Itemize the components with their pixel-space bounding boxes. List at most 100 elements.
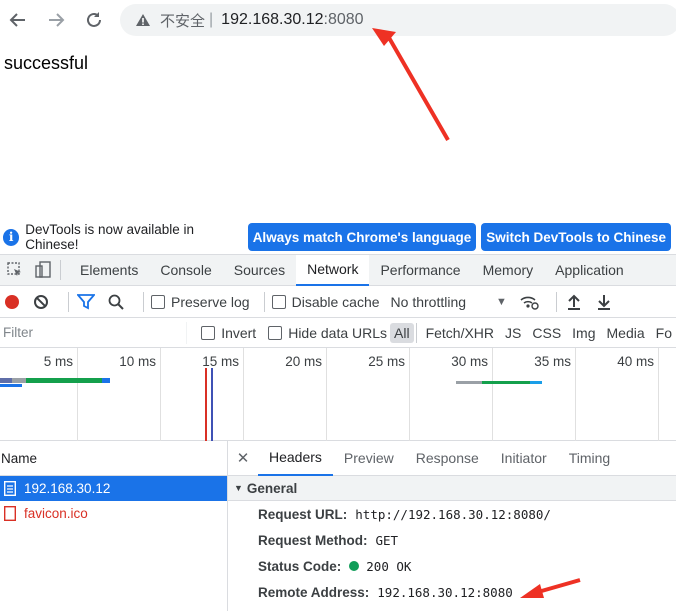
filter-type-media[interactable]: Media <box>603 323 649 343</box>
browser-toolbar: 不安全 | 192.168.30.12:8080 <box>0 0 676 40</box>
tab-memory[interactable]: Memory <box>472 255 545 286</box>
back-arrow-icon[interactable] <box>6 8 30 32</box>
throttling-select[interactable]: No throttling <box>391 294 466 310</box>
toolbar-divider <box>263 291 265 312</box>
network-toolbar: Preserve log Disable cache No throttling… <box>0 286 676 318</box>
infobar-message: DevTools is now available in Chinese! <box>25 222 195 252</box>
devtools-panel: i DevTools is now available in Chinese! … <box>0 222 676 611</box>
filter-type-fetch-xhr[interactable]: Fetch/XHR <box>422 323 498 343</box>
filter-input[interactable]: Filter <box>2 321 188 344</box>
tab-application[interactable]: Application <box>544 255 635 286</box>
reload-icon[interactable] <box>82 8 106 32</box>
toolbar-divider <box>555 291 557 312</box>
request-bar-tail <box>102 378 110 383</box>
filter-type-css[interactable]: CSS <box>528 323 565 343</box>
request-url-row: Request URL: http://192.168.30.12:8080/ <box>228 501 676 527</box>
load-event-line <box>205 368 207 441</box>
toolbar-divider <box>143 291 144 312</box>
general-section-header[interactable]: ▼ General <box>228 476 676 501</box>
request-row-document[interactable]: 192.168.30.12 <box>0 476 227 501</box>
close-icon[interactable]: ✕ <box>228 449 258 467</box>
filter-divider <box>415 322 417 343</box>
url-separator: | <box>209 11 214 28</box>
name-column-header[interactable]: Name <box>0 441 227 476</box>
tab-elements[interactable]: Elements <box>69 255 149 286</box>
tab-preview[interactable]: Preview <box>333 441 405 476</box>
checkbox-box[interactable] <box>151 294 165 309</box>
tabbar-divider <box>60 260 61 280</box>
tab-response[interactable]: Response <box>405 441 490 476</box>
remote-address-label: Remote Address: <box>258 584 370 600</box>
document-icon <box>4 481 16 496</box>
details-tabbar: ✕ Headers Preview Response Initiator Tim… <box>228 441 676 476</box>
request-bar-download <box>26 378 102 383</box>
chevron-down-icon[interactable]: ▼ <box>496 296 507 308</box>
filter-icon[interactable] <box>76 292 96 312</box>
request-method-value: GET <box>375 532 399 548</box>
warning-icon[interactable] <box>134 12 152 28</box>
tab-sources[interactable]: Sources <box>223 255 296 286</box>
disable-cache-checkbox[interactable]: Disable cache <box>271 293 380 310</box>
status-code-value: 200 OK <box>366 558 412 574</box>
request-bar-queue <box>0 378 12 383</box>
device-toolbar-icon[interactable] <box>32 259 54 281</box>
url-port[interactable]: :8080 <box>324 11 364 29</box>
tab-performance[interactable]: Performance <box>369 255 471 286</box>
url-host[interactable]: 192.168.30.12 <box>221 11 323 29</box>
disable-cache-label: Disable cache <box>291 293 380 310</box>
devtools-language-infobar: i DevTools is now available in Chinese! … <box>0 222 676 252</box>
filter-type-js[interactable]: JS <box>501 323 525 343</box>
hide-data-urls-checkbox[interactable]: Hide data URLs <box>268 325 387 341</box>
request-bar-line <box>0 384 22 387</box>
request-name: favicon.ico <box>24 506 88 521</box>
import-har-icon[interactable] <box>564 292 584 312</box>
request-row-favicon[interactable]: favicon.ico <box>0 501 227 526</box>
request-details: ✕ Headers Preview Response Initiator Tim… <box>228 441 676 611</box>
toolbar-divider <box>68 291 69 312</box>
always-match-language-button[interactable]: Always match Chrome's language <box>247 223 477 251</box>
network-overview-timeline[interactable]: 5 ms 10 ms 15 ms 20 ms 25 ms 30 ms 35 ms… <box>0 348 676 441</box>
request-url-label: Request URL: <box>258 506 348 522</box>
checkbox-box[interactable] <box>271 294 286 309</box>
request-method-label: Request Method: <box>258 532 368 548</box>
tab-network[interactable]: Network <box>296 254 370 286</box>
forward-arrow-icon[interactable] <box>44 8 68 32</box>
file-icon <box>4 506 16 521</box>
timeline-bars <box>0 368 542 441</box>
request-name: 192.168.30.12 <box>24 481 111 496</box>
hide-data-urls-label: Hide data URLs <box>288 324 388 341</box>
checkbox-box[interactable] <box>201 325 216 340</box>
remote-address-row: Remote Address: 192.168.30.12:8080 <box>228 579 676 605</box>
request-url-value: http://192.168.30.12:8080/ <box>355 506 551 522</box>
filter-type-font[interactable]: Fo <box>652 323 676 343</box>
preserve-log-label: Preserve log <box>171 293 250 310</box>
tab-headers[interactable]: Headers <box>258 441 333 476</box>
request-method-row: Request Method: GET <box>228 527 676 553</box>
devtools-tabbar: Elements Console Sources Network Perform… <box>0 254 676 286</box>
security-label[interactable]: 不安全 <box>160 10 205 31</box>
preserve-log-checkbox[interactable]: Preserve log <box>151 294 250 310</box>
invert-label: Invert <box>221 324 257 341</box>
switch-to-chinese-button[interactable]: Switch DevTools to Chinese <box>481 223 671 251</box>
checkbox-box[interactable] <box>268 325 283 340</box>
search-icon[interactable] <box>106 292 126 312</box>
domcontentloaded-line <box>211 368 213 441</box>
filter-type-all[interactable]: All <box>390 322 414 343</box>
status-code-row: Status Code: 200 OK <box>228 553 676 579</box>
triangle-down-icon[interactable]: ▼ <box>234 483 243 493</box>
export-har-icon[interactable] <box>594 292 614 312</box>
tab-timing[interactable]: Timing <box>558 441 622 476</box>
clear-icon[interactable] <box>31 292 51 312</box>
address-bar[interactable]: 不安全 | 192.168.30.12:8080 <box>120 4 676 36</box>
tab-initiator[interactable]: Initiator <box>490 441 558 476</box>
tab-console[interactable]: Console <box>149 255 222 286</box>
inspect-element-icon[interactable] <box>4 259 26 281</box>
status-ok-icon <box>349 561 360 571</box>
record-icon[interactable] <box>5 294 19 309</box>
network-conditions-icon[interactable] <box>519 292 539 312</box>
favicon-bar-wait <box>456 381 482 384</box>
invert-checkbox[interactable]: Invert <box>201 325 256 341</box>
page-body-text: successful <box>4 53 89 73</box>
filter-type-img[interactable]: Img <box>568 323 599 343</box>
favicon-bar-tail <box>530 381 542 384</box>
